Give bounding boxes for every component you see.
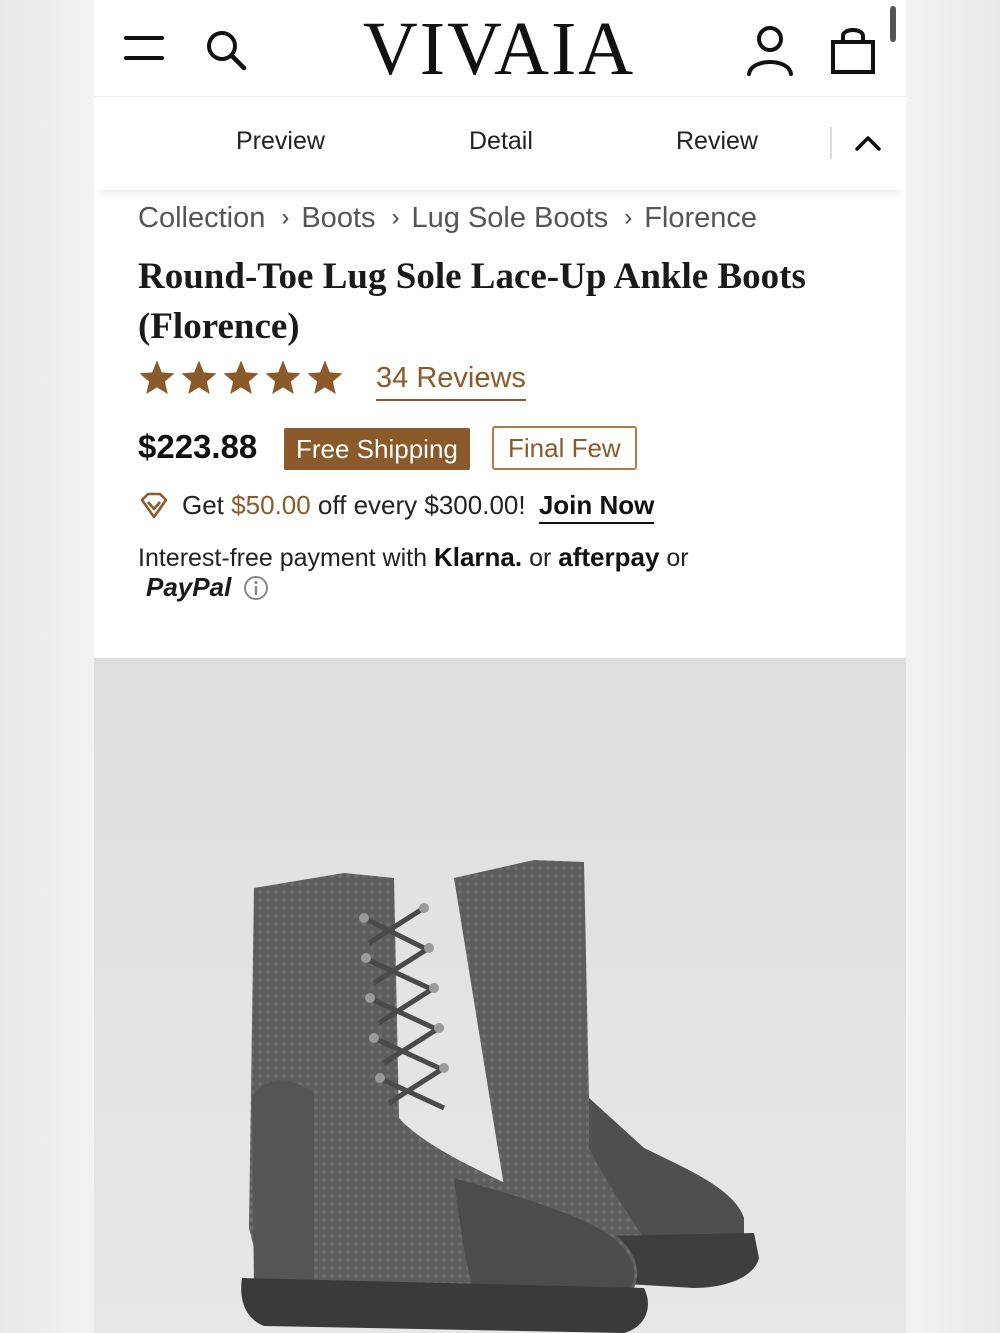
payment-or: or <box>666 544 689 572</box>
breadcrumb-collection[interactable]: Collection <box>138 202 265 235</box>
tab-preview[interactable]: Preview <box>236 127 325 156</box>
site-header: VIVAIA <box>94 0 906 96</box>
breadcrumb-lug-sole-boots[interactable]: Lug Sole Boots <box>412 202 609 235</box>
account-icon[interactable] <box>744 22 796 78</box>
star-icon <box>139 360 175 394</box>
final-few-badge: Final Few <box>492 426 637 470</box>
payment-prefix: Interest-free payment with <box>138 544 428 572</box>
promo-amount: $50.00 <box>231 490 311 520</box>
brand-logo[interactable]: VIVAIA <box>334 6 664 91</box>
promo-prefix: Get <box>182 490 224 520</box>
payment-options-line2: PayPal <box>146 572 269 603</box>
search-icon[interactable] <box>202 26 252 76</box>
membership-promo: Get $50.00 off every $300.00! Join Now <box>182 490 655 524</box>
boots-product-photo <box>241 860 759 1333</box>
section-tabs: Preview Detail Review <box>94 96 906 190</box>
tab-divider <box>830 127 832 159</box>
chevron-right-icon: › <box>391 204 400 231</box>
menu-icon[interactable] <box>122 30 168 66</box>
breadcrumb-boots[interactable]: Boots <box>301 202 375 235</box>
paypal-logo[interactable]: PayPal <box>146 572 231 603</box>
chevron-right-icon: › <box>281 204 290 231</box>
product-price: $223.88 <box>138 428 258 465</box>
join-now-link[interactable]: Join Now <box>538 490 655 524</box>
scrollbar[interactable] <box>890 6 896 42</box>
chevron-up-icon[interactable] <box>850 127 886 159</box>
star-icon <box>223 360 259 394</box>
star-icon <box>307 360 343 394</box>
chevron-right-icon: › <box>624 204 633 231</box>
klarna-logo[interactable]: Klarna. <box>434 542 522 572</box>
rating-stars[interactable] <box>136 358 346 398</box>
payment-options: Interest-free payment with Klarna. or af… <box>138 542 689 573</box>
afterpay-logo[interactable]: afterpay <box>558 542 659 572</box>
star-icon <box>265 360 301 394</box>
free-shipping-badge: Free Shipping <box>284 428 470 470</box>
mobile-page: VIVAIA Preview Detail Review Collection … <box>94 0 906 1333</box>
info-icon[interactable] <box>243 575 269 601</box>
star-icon <box>181 360 217 394</box>
tab-review[interactable]: Review <box>676 127 758 156</box>
bag-icon[interactable] <box>828 22 878 78</box>
promo-suffix: off every $300.00! <box>317 490 526 520</box>
breadcrumb-florence[interactable]: Florence <box>644 202 757 235</box>
diamond-icon <box>140 492 168 519</box>
payment-or: or <box>529 544 552 572</box>
product-title: Round-Toe Lug Sole Lace-Up Ankle Boots (… <box>138 256 806 347</box>
reviews-link[interactable]: 34 Reviews <box>376 362 526 401</box>
product-image[interactable] <box>94 658 906 1333</box>
breadcrumb: Collection › Boots › Lug Sole Boots › Fl… <box>138 198 757 238</box>
tab-detail[interactable]: Detail <box>469 127 533 156</box>
